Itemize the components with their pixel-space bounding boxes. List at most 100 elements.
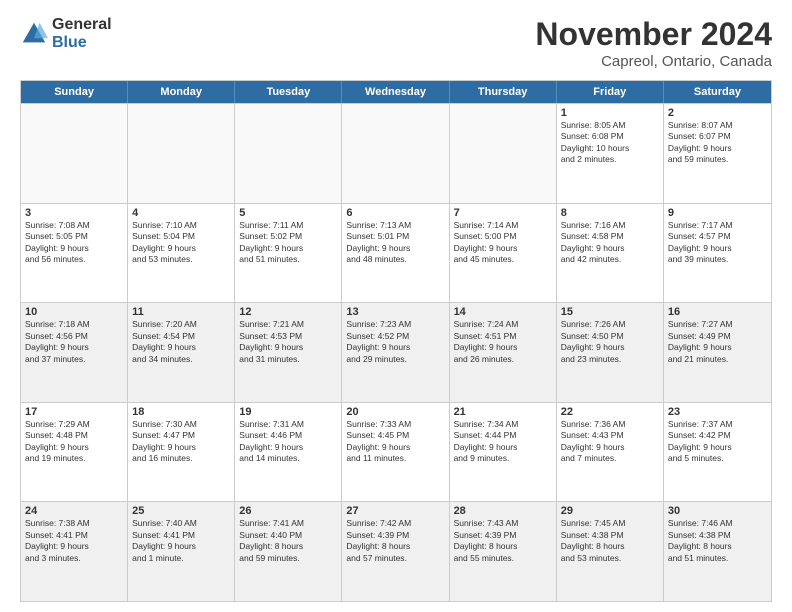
calendar-row-4: 24Sunrise: 7:38 AM Sunset: 4:41 PM Dayli… — [21, 501, 771, 601]
cell-info: Sunrise: 7:41 AM Sunset: 4:40 PM Dayligh… — [239, 518, 337, 564]
day-cell-16: 16Sunrise: 7:27 AM Sunset: 4:49 PM Dayli… — [664, 303, 771, 402]
day-cell-15: 15Sunrise: 7:26 AM Sunset: 4:50 PM Dayli… — [557, 303, 664, 402]
cell-info: Sunrise: 7:43 AM Sunset: 4:39 PM Dayligh… — [454, 518, 552, 564]
day-cell-4: 4Sunrise: 7:10 AM Sunset: 5:04 PM Daylig… — [128, 204, 235, 303]
day-cell-11: 11Sunrise: 7:20 AM Sunset: 4:54 PM Dayli… — [128, 303, 235, 402]
day-number: 8 — [561, 207, 659, 219]
logo-text: General Blue — [52, 16, 112, 51]
cell-info: Sunrise: 7:29 AM Sunset: 4:48 PM Dayligh… — [25, 419, 123, 465]
day-number: 21 — [454, 406, 552, 418]
day-cell-13: 13Sunrise: 7:23 AM Sunset: 4:52 PM Dayli… — [342, 303, 449, 402]
day-number: 19 — [239, 406, 337, 418]
day-number: 9 — [668, 207, 767, 219]
day-number: 10 — [25, 306, 123, 318]
location-subtitle: Capreol, Ontario, Canada — [535, 53, 772, 70]
calendar-row-0: 1Sunrise: 8:05 AM Sunset: 6:08 PM Daylig… — [21, 103, 771, 203]
cell-info: Sunrise: 7:24 AM Sunset: 4:51 PM Dayligh… — [454, 319, 552, 365]
day-cell-17: 17Sunrise: 7:29 AM Sunset: 4:48 PM Dayli… — [21, 403, 128, 502]
logo-icon — [20, 20, 48, 48]
day-number: 18 — [132, 406, 230, 418]
day-cell-21: 21Sunrise: 7:34 AM Sunset: 4:44 PM Dayli… — [450, 403, 557, 502]
cell-info: Sunrise: 7:17 AM Sunset: 4:57 PM Dayligh… — [668, 220, 767, 266]
day-number: 2 — [668, 107, 767, 119]
day-cell-30: 30Sunrise: 7:46 AM Sunset: 4:38 PM Dayli… — [664, 502, 771, 601]
day-cell-8: 8Sunrise: 7:16 AM Sunset: 4:58 PM Daylig… — [557, 204, 664, 303]
cell-info: Sunrise: 7:14 AM Sunset: 5:00 PM Dayligh… — [454, 220, 552, 266]
day-cell-9: 9Sunrise: 7:17 AM Sunset: 4:57 PM Daylig… — [664, 204, 771, 303]
day-number: 5 — [239, 207, 337, 219]
day-cell-14: 14Sunrise: 7:24 AM Sunset: 4:51 PM Dayli… — [450, 303, 557, 402]
title-block: November 2024 Capreol, Ontario, Canada — [535, 16, 772, 70]
empty-cell-0-3 — [342, 104, 449, 203]
cell-info: Sunrise: 7:18 AM Sunset: 4:56 PM Dayligh… — [25, 319, 123, 365]
cell-info: Sunrise: 7:38 AM Sunset: 4:41 PM Dayligh… — [25, 518, 123, 564]
empty-cell-0-2 — [235, 104, 342, 203]
cell-info: Sunrise: 7:34 AM Sunset: 4:44 PM Dayligh… — [454, 419, 552, 465]
cell-info: Sunrise: 7:11 AM Sunset: 5:02 PM Dayligh… — [239, 220, 337, 266]
day-cell-2: 2Sunrise: 8:07 AM Sunset: 6:07 PM Daylig… — [664, 104, 771, 203]
day-number: 15 — [561, 306, 659, 318]
day-number: 26 — [239, 505, 337, 517]
day-number: 7 — [454, 207, 552, 219]
calendar: SundayMondayTuesdayWednesdayThursdayFrid… — [20, 80, 772, 602]
calendar-row-2: 10Sunrise: 7:18 AM Sunset: 4:56 PM Dayli… — [21, 302, 771, 402]
header-day-sunday: Sunday — [21, 81, 128, 103]
day-cell-6: 6Sunrise: 7:13 AM Sunset: 5:01 PM Daylig… — [342, 204, 449, 303]
day-number: 16 — [668, 306, 767, 318]
day-cell-12: 12Sunrise: 7:21 AM Sunset: 4:53 PM Dayli… — [235, 303, 342, 402]
cell-info: Sunrise: 7:27 AM Sunset: 4:49 PM Dayligh… — [668, 319, 767, 365]
day-number: 22 — [561, 406, 659, 418]
header: General Blue November 2024 Capreol, Onta… — [20, 16, 772, 70]
cell-info: Sunrise: 7:42 AM Sunset: 4:39 PM Dayligh… — [346, 518, 444, 564]
cell-info: Sunrise: 7:10 AM Sunset: 5:04 PM Dayligh… — [132, 220, 230, 266]
day-number: 12 — [239, 306, 337, 318]
day-number: 14 — [454, 306, 552, 318]
day-number: 13 — [346, 306, 444, 318]
day-number: 27 — [346, 505, 444, 517]
day-cell-20: 20Sunrise: 7:33 AM Sunset: 4:45 PM Dayli… — [342, 403, 449, 502]
day-cell-18: 18Sunrise: 7:30 AM Sunset: 4:47 PM Dayli… — [128, 403, 235, 502]
day-number: 3 — [25, 207, 123, 219]
day-number: 29 — [561, 505, 659, 517]
cell-info: Sunrise: 7:20 AM Sunset: 4:54 PM Dayligh… — [132, 319, 230, 365]
day-number: 25 — [132, 505, 230, 517]
day-number: 6 — [346, 207, 444, 219]
day-number: 4 — [132, 207, 230, 219]
calendar-header: SundayMondayTuesdayWednesdayThursdayFrid… — [21, 81, 771, 103]
cell-info: Sunrise: 7:16 AM Sunset: 4:58 PM Dayligh… — [561, 220, 659, 266]
empty-cell-0-1 — [128, 104, 235, 203]
cell-info: Sunrise: 7:23 AM Sunset: 4:52 PM Dayligh… — [346, 319, 444, 365]
day-cell-23: 23Sunrise: 7:37 AM Sunset: 4:42 PM Dayli… — [664, 403, 771, 502]
calendar-row-3: 17Sunrise: 7:29 AM Sunset: 4:48 PM Dayli… — [21, 402, 771, 502]
month-title: November 2024 — [535, 16, 772, 53]
day-cell-29: 29Sunrise: 7:45 AM Sunset: 4:38 PM Dayli… — [557, 502, 664, 601]
day-cell-5: 5Sunrise: 7:11 AM Sunset: 5:02 PM Daylig… — [235, 204, 342, 303]
cell-info: Sunrise: 7:21 AM Sunset: 4:53 PM Dayligh… — [239, 319, 337, 365]
cell-info: Sunrise: 7:08 AM Sunset: 5:05 PM Dayligh… — [25, 220, 123, 266]
calendar-body: 1Sunrise: 8:05 AM Sunset: 6:08 PM Daylig… — [21, 103, 771, 601]
header-day-tuesday: Tuesday — [235, 81, 342, 103]
header-day-thursday: Thursday — [450, 81, 557, 103]
day-number: 11 — [132, 306, 230, 318]
day-cell-10: 10Sunrise: 7:18 AM Sunset: 4:56 PM Dayli… — [21, 303, 128, 402]
day-cell-27: 27Sunrise: 7:42 AM Sunset: 4:39 PM Dayli… — [342, 502, 449, 601]
day-cell-28: 28Sunrise: 7:43 AM Sunset: 4:39 PM Dayli… — [450, 502, 557, 601]
day-cell-1: 1Sunrise: 8:05 AM Sunset: 6:08 PM Daylig… — [557, 104, 664, 203]
cell-info: Sunrise: 8:05 AM Sunset: 6:08 PM Dayligh… — [561, 120, 659, 166]
page: General Blue November 2024 Capreol, Onta… — [0, 0, 792, 612]
cell-info: Sunrise: 7:36 AM Sunset: 4:43 PM Dayligh… — [561, 419, 659, 465]
day-cell-3: 3Sunrise: 7:08 AM Sunset: 5:05 PM Daylig… — [21, 204, 128, 303]
day-number: 28 — [454, 505, 552, 517]
cell-info: Sunrise: 7:45 AM Sunset: 4:38 PM Dayligh… — [561, 518, 659, 564]
day-number: 24 — [25, 505, 123, 517]
empty-cell-0-0 — [21, 104, 128, 203]
cell-info: Sunrise: 7:33 AM Sunset: 4:45 PM Dayligh… — [346, 419, 444, 465]
day-number: 17 — [25, 406, 123, 418]
cell-info: Sunrise: 7:30 AM Sunset: 4:47 PM Dayligh… — [132, 419, 230, 465]
logo-blue-text: Blue — [52, 34, 112, 52]
calendar-row-1: 3Sunrise: 7:08 AM Sunset: 5:05 PM Daylig… — [21, 203, 771, 303]
day-cell-26: 26Sunrise: 7:41 AM Sunset: 4:40 PM Dayli… — [235, 502, 342, 601]
cell-info: Sunrise: 7:37 AM Sunset: 4:42 PM Dayligh… — [668, 419, 767, 465]
cell-info: Sunrise: 7:40 AM Sunset: 4:41 PM Dayligh… — [132, 518, 230, 564]
day-cell-22: 22Sunrise: 7:36 AM Sunset: 4:43 PM Dayli… — [557, 403, 664, 502]
